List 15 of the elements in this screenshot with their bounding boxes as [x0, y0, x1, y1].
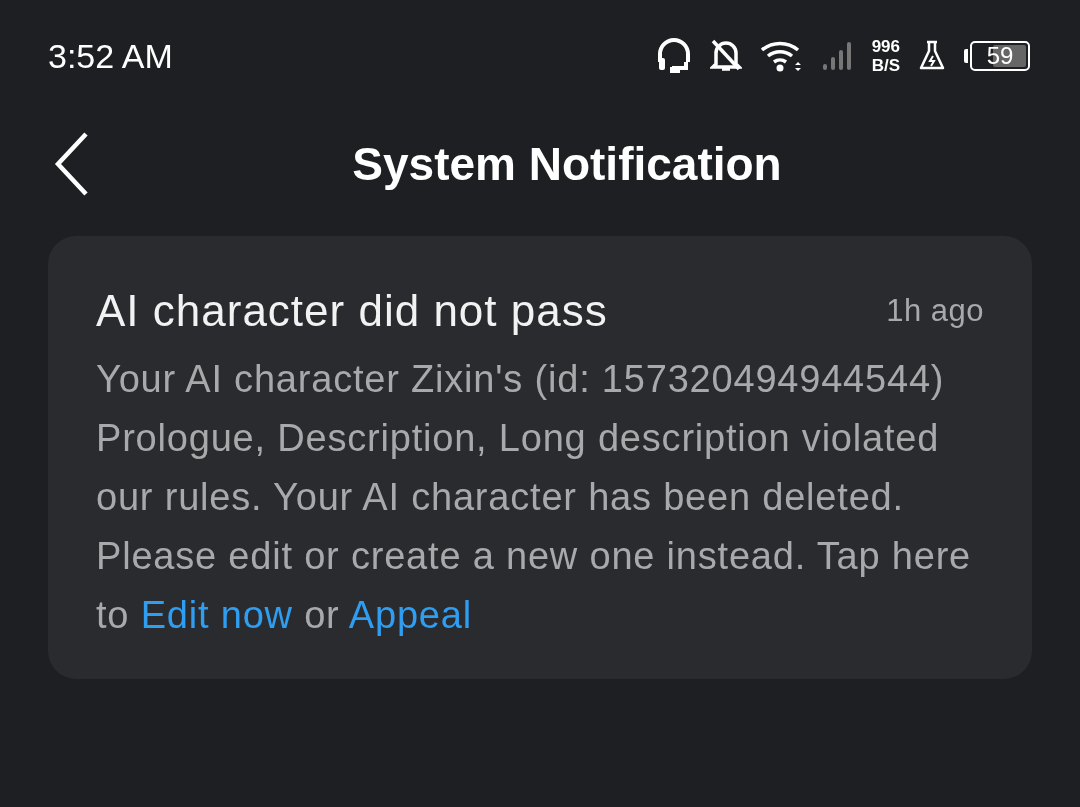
battery-indicator: 59	[964, 41, 1030, 71]
speed-unit: B/S	[871, 56, 900, 75]
back-icon[interactable]	[54, 132, 90, 196]
flask-icon	[918, 40, 946, 72]
signal-icon	[821, 40, 854, 72]
notification-title: AI character did not pass	[96, 286, 608, 336]
notification-time: 1h ago	[886, 293, 984, 329]
page-title: System Notification	[352, 137, 782, 191]
notification-message: Your AI character Zixin's (id: 157320494944544) Prologue, Description, Long description violated our rules. Your AI character has been deleted. Please edit or create a new one instead. Tap here to Edit now or Appeal	[96, 357, 973, 638]
bell-off-icon	[709, 38, 742, 74]
status-time: 3:52 AM	[48, 36, 173, 76]
text-link[interactable]: Appeal	[348, 594, 472, 636]
text-link[interactable]: Edit now	[140, 594, 293, 636]
headset-icon	[655, 36, 692, 76]
speed-value: 996	[871, 37, 900, 56]
